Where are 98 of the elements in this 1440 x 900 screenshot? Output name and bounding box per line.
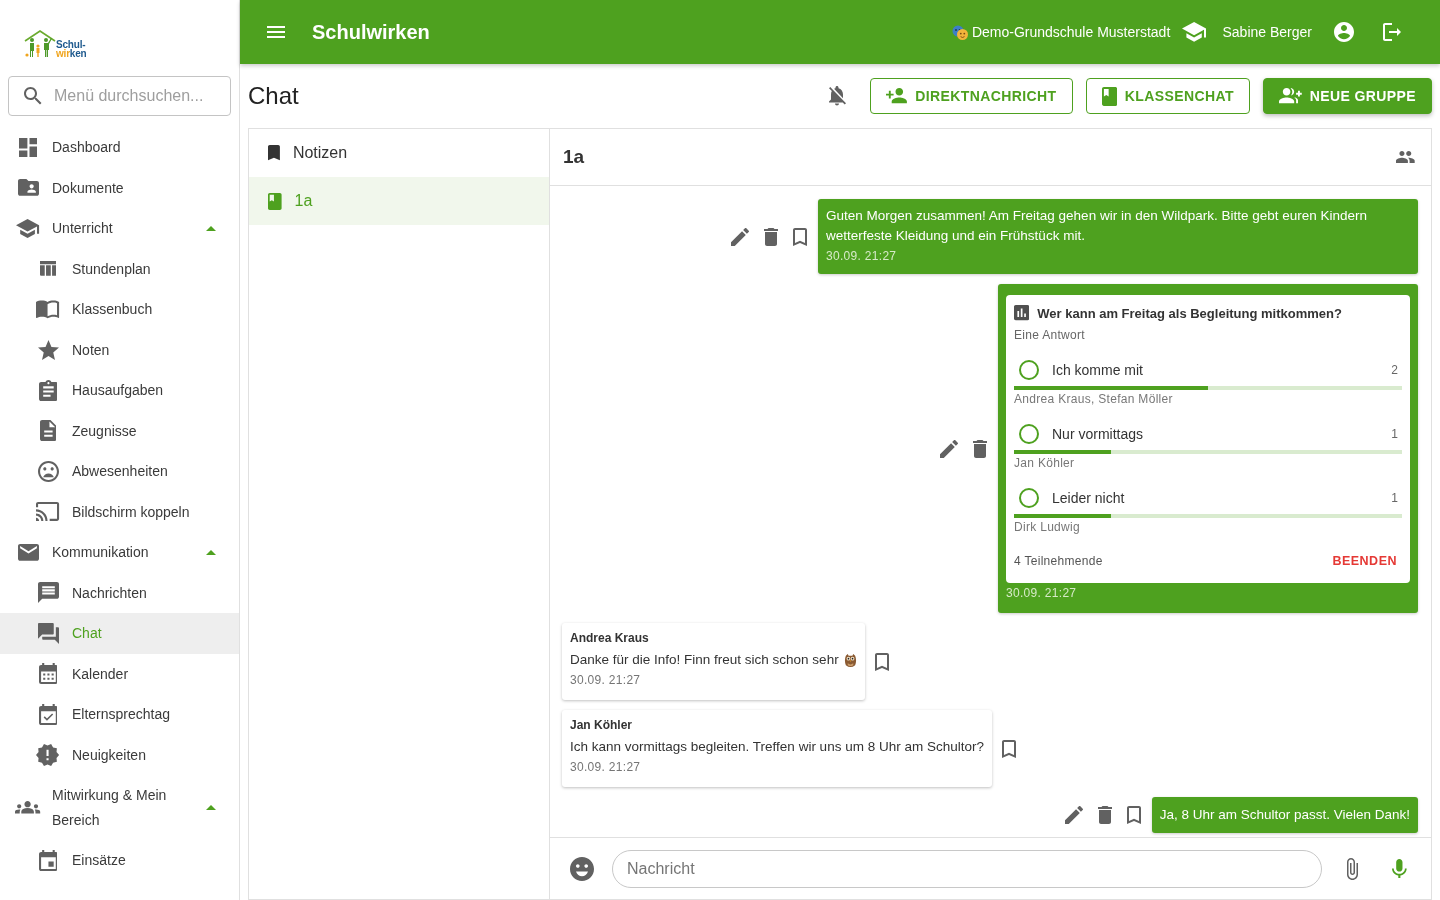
table-icon xyxy=(39,261,57,277)
poll-mode: Eine Antwort xyxy=(1014,327,1086,343)
end-poll-button[interactable]: BEENDEN xyxy=(1327,554,1402,568)
calendar-check-icon xyxy=(38,703,58,725)
sidebar-item[interactable]: Klassenbuch xyxy=(0,289,239,330)
document-icon xyxy=(39,420,57,442)
voter-names: Andrea Kraus, Stefan Möller xyxy=(1014,391,1174,407)
book-icon xyxy=(1101,86,1117,106)
poll-option-label: Ich komme mit xyxy=(1052,362,1143,378)
message-time: 30.09. 21:27 xyxy=(826,248,898,264)
menu-icon[interactable] xyxy=(267,26,285,38)
search-field[interactable]: Menü durchsuchen... xyxy=(8,76,231,116)
voter-names: Dirk Ludwig xyxy=(1014,519,1081,535)
sidebar-item[interactable]: Elternsprechtag xyxy=(0,694,239,735)
microphone-icon[interactable] xyxy=(1392,858,1407,879)
pencil-icon[interactable] xyxy=(940,439,958,458)
bookmark-icon[interactable] xyxy=(1001,739,1016,758)
sidebar-item[interactable]: Einsätze xyxy=(0,840,239,881)
logo-drawing xyxy=(24,30,56,58)
poll-option-label: Leider nicht xyxy=(1052,490,1125,506)
dashboard-icon xyxy=(18,137,38,157)
app-title: Schulwirken xyxy=(312,20,430,44)
sidebar-item[interactable]: Zeugnisse xyxy=(0,410,239,451)
message-author: Jan Köhler xyxy=(570,717,633,733)
chat-bubbles-icon xyxy=(37,622,59,644)
sidebar-item[interactable]: Bildschirm koppeln xyxy=(0,491,239,532)
sidebar-item[interactable]: Unterricht xyxy=(0,208,239,249)
vote-count: 1 xyxy=(1391,491,1398,505)
conversation-item[interactable]: Notizen xyxy=(249,129,549,177)
school-name: Demo-Grundschule Musterstadt xyxy=(971,24,1171,40)
people-icon xyxy=(15,801,41,814)
radio-button[interactable] xyxy=(1019,488,1039,508)
message-time: 30.09. 21:27 xyxy=(1006,585,1078,601)
sidebar-item[interactable]: Mitwirkung & Mein Bereich xyxy=(0,775,239,840)
radio-button[interactable] xyxy=(1019,424,1039,444)
pencil-icon[interactable] xyxy=(731,227,749,246)
message-time: 30.09. 21:27 xyxy=(570,759,642,775)
sidebar-item[interactable]: Kalender xyxy=(0,653,239,694)
page-title: Chat xyxy=(248,82,299,110)
bookmark-icon[interactable] xyxy=(1126,806,1141,824)
pencil-icon[interactable] xyxy=(1064,806,1083,824)
folder-icon xyxy=(17,179,39,197)
message-field[interactable]: Nachricht xyxy=(612,849,1323,888)
theater-masks-icon xyxy=(951,24,968,40)
message-author: Andrea Kraus xyxy=(570,630,650,646)
paperclip-icon[interactable] xyxy=(1347,857,1359,880)
message-text: Ja, 8 Uhr am Schultor passt. Vielen Dank! xyxy=(1159,806,1410,824)
group-add-icon xyxy=(1278,88,1302,104)
clipboard-icon xyxy=(38,379,58,401)
logout-icon[interactable] xyxy=(1383,23,1401,41)
sidebar-item[interactable]: Stundenplan xyxy=(0,248,239,289)
bookmark-icon[interactable] xyxy=(793,227,807,246)
sidebar-item[interactable]: Dokumente xyxy=(0,167,239,208)
calendar-event-icon xyxy=(38,849,58,871)
trash-icon[interactable] xyxy=(1097,806,1112,824)
cast-icon xyxy=(36,502,60,522)
logo-text: Schul- wirken xyxy=(56,40,87,58)
sidebar-item[interactable]: Abwesenheiten xyxy=(0,451,239,492)
open-book-icon xyxy=(36,299,60,319)
message-text: Danke für die Info! Finn freut sich schon sehr xyxy=(570,651,839,669)
smiley-icon[interactable] xyxy=(570,856,594,881)
sad-face-icon xyxy=(37,460,59,482)
sidebar-item[interactable]: Noten xyxy=(0,329,239,370)
vote-count: 1 xyxy=(1391,427,1398,441)
trash-icon[interactable] xyxy=(764,227,778,246)
trash-icon[interactable] xyxy=(973,439,987,458)
chat-title: 1a xyxy=(563,146,585,168)
message-time: 30.09. 21:27 xyxy=(570,672,642,688)
calendar-icon xyxy=(38,663,58,685)
sidebar-item[interactable]: Kommunikation xyxy=(0,532,239,573)
radio-button[interactable] xyxy=(1019,360,1039,380)
participant-count: 4 Teilnehmende xyxy=(1014,554,1103,568)
poll-option-label: Nur vormittags xyxy=(1052,426,1144,442)
message-text: Guten Morgen zusammen! Am Freitag gehen wir in den Wildpark. Bitte gebt euren Kindern wetterfeste Kleidung und ein Frühstück mit. xyxy=(826,207,1369,245)
sidebar-item[interactable]: Nachrichten xyxy=(0,572,239,613)
graduation-cap-icon[interactable] xyxy=(1182,22,1207,42)
sidebar-item[interactable]: Neuigkeiten xyxy=(0,734,239,775)
message-text: Ich kann vormittags begleiten. Treffen wir uns um 8 Uhr am Schultor? xyxy=(570,738,984,756)
bookmark-icon[interactable] xyxy=(874,652,889,671)
bell-off-icon[interactable] xyxy=(829,86,847,106)
search-icon xyxy=(24,87,42,105)
voter-names: Jan Köhler xyxy=(1014,455,1076,471)
person-add-icon xyxy=(886,88,908,104)
vote-count: 2 xyxy=(1391,363,1398,377)
bookmark-icon xyxy=(268,145,280,161)
bar-chart-icon xyxy=(1014,305,1030,321)
alert-badge-icon xyxy=(36,743,60,766)
book-icon xyxy=(268,192,282,210)
sidebar-item[interactable]: Dashboard xyxy=(0,127,239,168)
envelope-icon xyxy=(17,543,39,561)
people-icon[interactable] xyxy=(1396,151,1415,163)
star-icon xyxy=(37,339,59,360)
poll-question: Wer kann am Freitag als Begleitung mitkommen? xyxy=(1037,305,1342,321)
sidebar-item[interactable]: Hausaufgaben xyxy=(0,370,239,411)
graduation-cap-icon xyxy=(16,218,40,238)
message-icon xyxy=(37,582,59,604)
user-name: Sabine Berger xyxy=(1222,24,1312,40)
account-icon[interactable] xyxy=(1334,22,1354,42)
